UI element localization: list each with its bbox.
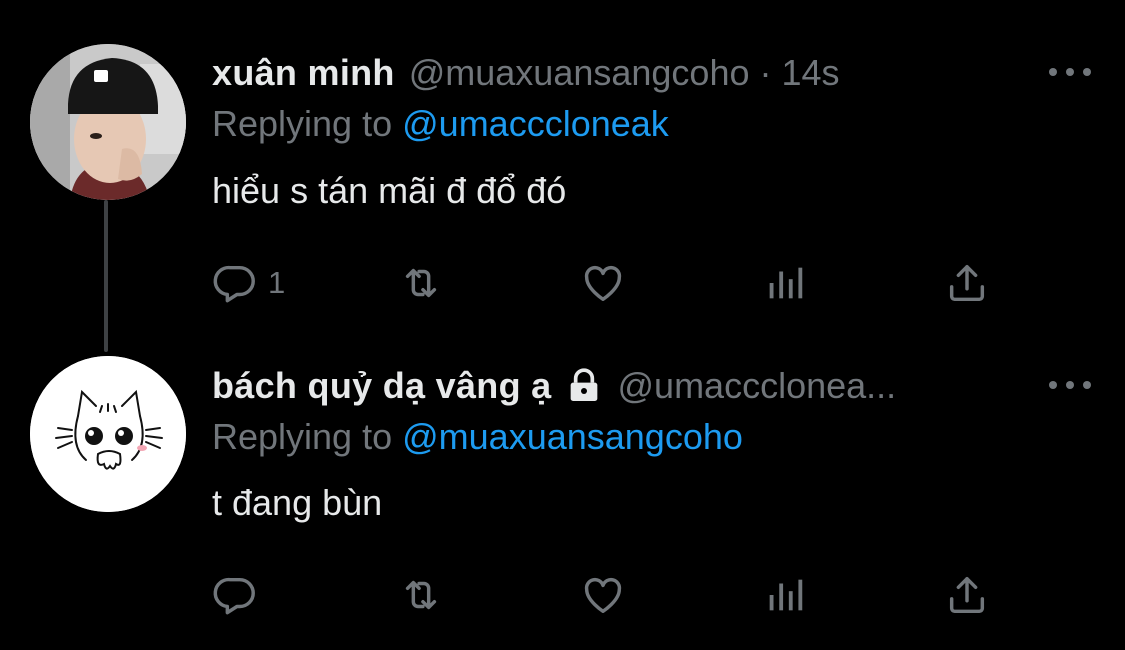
tweet-header: bách quỷ dạ vâng ạ @umacccloneа... (212, 363, 1125, 409)
retweet-button[interactable] (398, 570, 444, 620)
display-name[interactable]: xuân minh (212, 52, 395, 94)
share-icon (949, 264, 985, 302)
person-photo-avatar-icon (30, 44, 186, 200)
tweet-actions: 1 (0, 258, 1125, 308)
lock-icon (570, 368, 597, 401)
analytics-button[interactable] (762, 570, 808, 620)
analytics-icon (769, 579, 803, 611)
replying-to-label: Replying to (212, 103, 393, 144)
tweet-text: hiểu s tán mãi đ đổ đó (212, 170, 567, 211)
display-name[interactable]: bách quỷ dạ vâng ạ (212, 365, 552, 407)
more-options-icon[interactable] (1049, 62, 1091, 82)
user-handle[interactable]: @muaxuansangcoho (409, 52, 750, 94)
user-handle[interactable]: @umacccloneа... (618, 365, 897, 407)
tweet[interactable]: bách quỷ dạ vâng ạ @umacccloneа... Reply… (0, 345, 1125, 650)
avatar[interactable] (30, 44, 186, 200)
tweet-text: t đang bùn (212, 482, 383, 523)
reply-button[interactable] (212, 570, 258, 620)
mention-link[interactable]: @umacccloneak (402, 103, 669, 144)
share-icon (949, 576, 985, 614)
retweet-button[interactable] (398, 258, 444, 308)
like-button[interactable] (580, 258, 626, 308)
replying-to-label: Replying to (212, 416, 393, 457)
retweet-icon (405, 580, 437, 610)
reply-button[interactable]: 1 (212, 258, 285, 308)
cat-sticker-avatar-icon (30, 356, 186, 512)
replying-to: Replying to @umacccloneak (212, 103, 669, 145)
reply-icon (213, 265, 255, 303)
tweet-header: xuân minh @muaxuansangcoho · 14s (212, 50, 1125, 96)
reply-count: 1 (268, 265, 286, 300)
mention-link[interactable]: @muaxuansangcoho (402, 416, 743, 457)
like-button[interactable] (580, 570, 626, 620)
more-options-icon[interactable] (1049, 375, 1091, 395)
avatar[interactable] (30, 356, 186, 512)
heart-icon (584, 577, 622, 614)
timestamp[interactable]: 14s (782, 52, 840, 94)
tweet-actions (0, 570, 1125, 620)
heart-icon (584, 265, 622, 302)
retweet-icon (405, 268, 437, 298)
tweet[interactable]: xuân minh @muaxuansangcoho · 14s Replyin… (0, 0, 1125, 340)
share-button[interactable] (944, 258, 990, 308)
replying-to: Replying to @muaxuansangcoho (212, 416, 743, 458)
analytics-button[interactable] (762, 258, 808, 308)
reply-icon (213, 577, 255, 615)
separator: · (759, 52, 772, 93)
analytics-icon (769, 267, 803, 299)
share-button[interactable] (944, 570, 990, 620)
